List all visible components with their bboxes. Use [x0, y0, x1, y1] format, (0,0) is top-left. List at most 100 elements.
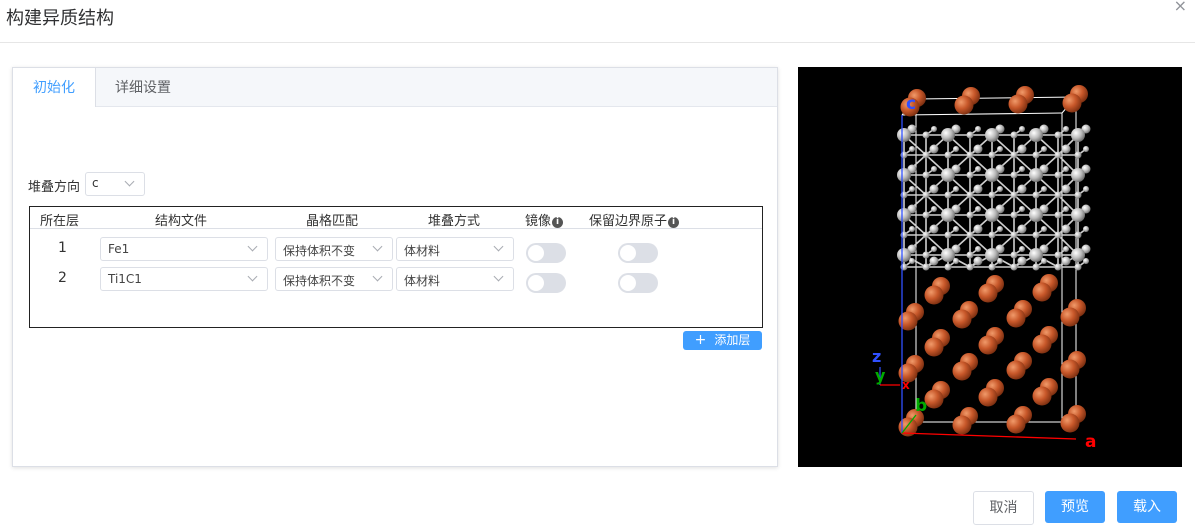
ti-c-atom: [897, 128, 911, 142]
stacking-value: 体材料: [404, 274, 441, 288]
fe-atom: [1062, 93, 1082, 113]
info-icon[interactable]: i: [552, 217, 564, 228]
chevron-down-icon: [247, 241, 258, 252]
fe-atom: [1008, 94, 1028, 114]
chevron-down-icon: [493, 241, 504, 252]
lattice-match-select[interactable]: 保持体积不变: [275, 267, 393, 291]
ti-c-atom: [922, 171, 930, 179]
stacking-select[interactable]: 体材料: [396, 237, 514, 261]
axis-a-line: [901, 432, 1077, 440]
ti-c-atom: [973, 144, 983, 154]
mirror-toggle[interactable]: [526, 243, 566, 263]
layer-table: 所在层 结构文件 晶格匹配 堆叠方式 镜像 i 保留边界原子 i 1 Fe1 保持体…: [29, 206, 763, 328]
ti-c-atom: [1063, 206, 1069, 212]
ti-c-atom: [988, 231, 996, 239]
add-layer-label: 添加层: [714, 333, 751, 347]
ti-c-atom: [1032, 151, 1040, 159]
keep-boundary-toggle[interactable]: [618, 243, 658, 263]
ti-c-atom: [966, 263, 974, 271]
load-button[interactable]: 载入: [1117, 491, 1177, 523]
ti-c-atom: [985, 248, 999, 262]
ti-c-atom: [1063, 126, 1069, 132]
fe-atom: [924, 285, 944, 305]
cancel-button[interactable]: 取消: [973, 491, 1034, 525]
stack-direction-label: 堆叠方向: [28, 180, 81, 195]
ti-c-atom: [897, 248, 911, 262]
add-layer-button[interactable]: + 添加层: [683, 331, 762, 350]
fe-atom: [978, 283, 998, 303]
mirror-toggle[interactable]: [526, 273, 566, 293]
axis-label-z: z: [872, 347, 881, 366]
ti-c-atom: [1083, 226, 1089, 232]
config-panel: 初始化 详细设置 堆叠方向 c 所在层 结构文件 晶格匹配 堆叠方式 镜像 i 保…: [12, 67, 778, 467]
ti-c-atom: [1017, 144, 1027, 154]
ti-c-atom: [1010, 171, 1018, 179]
ti-c-atom: [1074, 231, 1082, 239]
ti-c-atom: [922, 151, 930, 159]
close-icon[interactable]: ×: [1174, 0, 1187, 14]
ti-c-atom: [1010, 151, 1018, 159]
info-icon[interactable]: i: [668, 217, 680, 228]
ti-c-atom: [1061, 144, 1071, 154]
fe-atom: [952, 361, 972, 381]
lattice-match-select[interactable]: 保持体积不变: [275, 237, 393, 261]
ti-c-atom: [997, 186, 1003, 192]
ti-c-atom: [929, 256, 939, 266]
structure-canvas[interactable]: c a b z y x: [798, 67, 1182, 467]
ti-c-atom: [975, 126, 981, 132]
ti-c-atom: [922, 191, 930, 199]
fe-atom: [1032, 282, 1052, 302]
ti-c-atom: [1019, 126, 1025, 132]
fe-atom: [1006, 360, 1026, 380]
ti-c-atom: [1054, 131, 1062, 139]
ti-c-atom: [931, 206, 937, 212]
header-stacking: 堆叠方式: [428, 214, 481, 229]
ti-c-atom: [1061, 256, 1071, 266]
ti-c-atom: [997, 226, 1003, 232]
ti-c-atom: [941, 248, 955, 262]
ti-c-atom: [966, 131, 974, 139]
tab-header: 初始化 详细设置: [13, 68, 777, 107]
table-header-divider: [30, 228, 762, 229]
ti-c-atom: [897, 168, 911, 182]
header-lattice-match: 晶格匹配: [306, 214, 359, 229]
ti-c-atom: [985, 168, 999, 182]
header-structure-file: 结构文件: [155, 214, 208, 229]
axis-label-y: y: [875, 366, 886, 385]
ti-c-atom: [922, 263, 930, 271]
fe-atom: [898, 311, 918, 331]
stack-direction-select[interactable]: c: [85, 172, 145, 196]
ti-c-atom: [931, 166, 937, 172]
ti-c-atom: [975, 166, 981, 172]
tab-detail-settings[interactable]: 详细设置: [95, 68, 191, 107]
ti-c-atom: [929, 184, 939, 194]
ti-c-atom: [909, 146, 915, 152]
ti-c-atom: [944, 263, 952, 271]
axis-label-a: a: [1085, 432, 1096, 452]
fe-atom: [978, 387, 998, 407]
fe-atom: [952, 415, 972, 435]
ti-c-atom: [953, 226, 959, 232]
ti-c-atom: [1083, 186, 1089, 192]
plus-icon: +: [694, 332, 707, 348]
structure-file-select[interactable]: Fe1: [100, 237, 268, 261]
structure-viewer[interactable]: c a b z y x: [798, 67, 1182, 467]
ti-c-atom: [1041, 146, 1047, 152]
ti-c-atom: [1054, 231, 1062, 239]
header-layer: 所在层: [40, 214, 80, 229]
ti-c-atom: [1054, 151, 1062, 159]
structure-file-select[interactable]: Ti1C1: [100, 267, 268, 291]
ti-c-atom: [997, 258, 1003, 264]
stacking-select[interactable]: 体材料: [396, 267, 514, 291]
ti-c-atom: [966, 171, 974, 179]
keep-boundary-toggle[interactable]: [618, 273, 658, 293]
ti-c-atom: [966, 191, 974, 199]
preview-button[interactable]: 预览: [1045, 491, 1105, 523]
tab-init[interactable]: 初始化: [13, 68, 96, 107]
ti-c-atom: [988, 263, 996, 271]
chevron-down-icon: [493, 271, 504, 282]
ti-c-atom: [1054, 171, 1062, 179]
fe-atom: [1006, 414, 1026, 434]
ti-c-atom: [1041, 186, 1047, 192]
structure-file-value: Ti1C1: [108, 272, 142, 286]
